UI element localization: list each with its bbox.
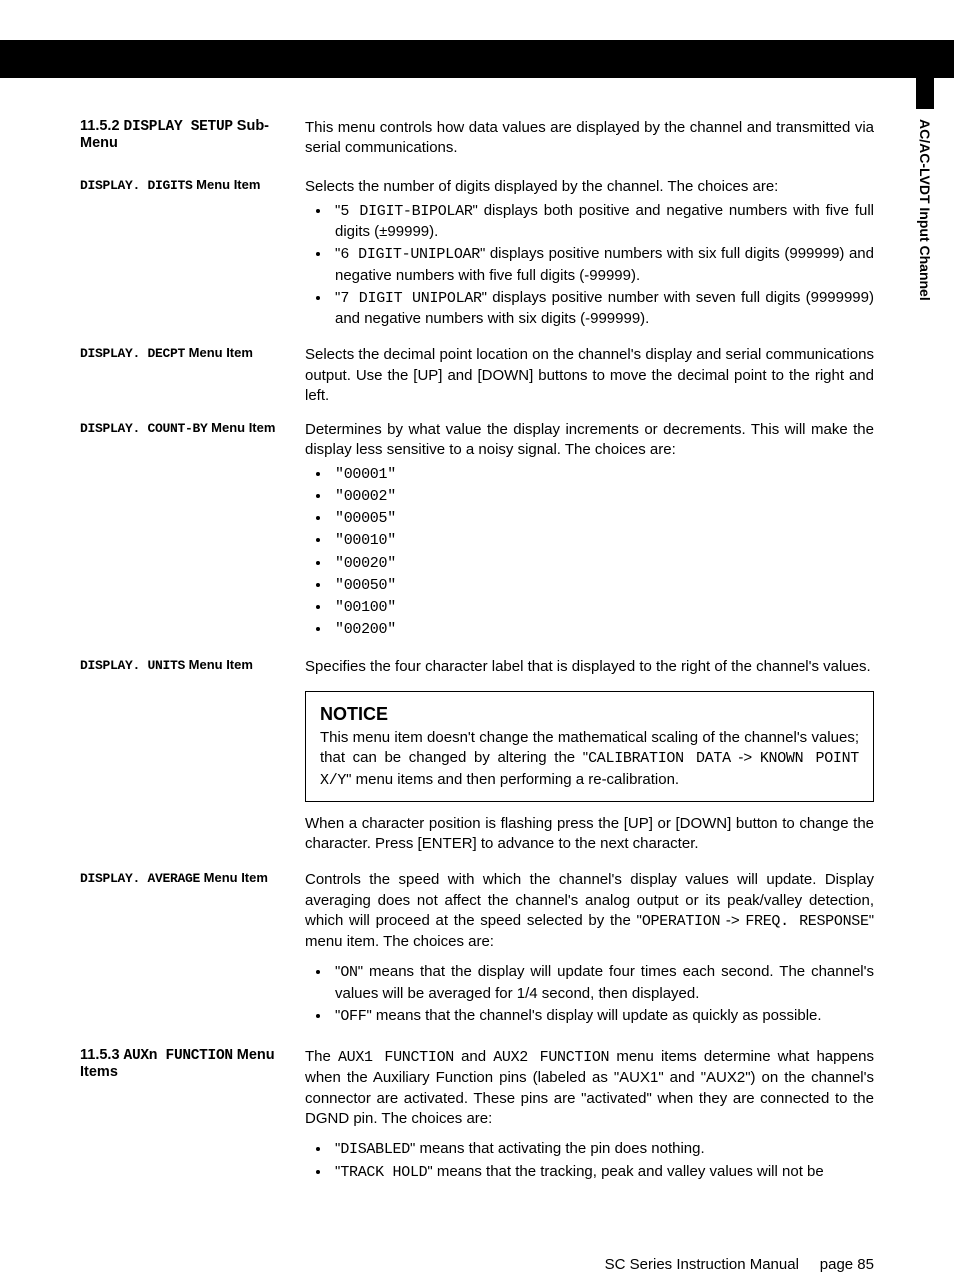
page-footer: SC Series Instruction Manual page 85	[0, 1256, 954, 1273]
body-display-units: Specifies the four character label that …	[305, 657, 874, 855]
countby-opt: "00002"	[331, 487, 874, 507]
countby-opt: "00200"	[331, 620, 874, 640]
countby-opt: "00010"	[331, 531, 874, 551]
label-display-digits: DISPLAY. DIGITS Menu Item	[80, 177, 305, 193]
notice-title: NOTICE	[320, 702, 859, 726]
countby-opt: "00100"	[331, 598, 874, 618]
body-display-digits: Selects the number of digits displayed b…	[305, 177, 874, 332]
section-heading-1152: 11.5.2 DISPLAY SETUP Sub-Menu	[80, 118, 305, 151]
body-auxn: The AUX1 FUNCTION and AUX2 FUNCTION menu…	[305, 1047, 874, 1186]
section-1152-intro: This menu controls how data values are d…	[305, 118, 874, 159]
countby-opt: "00020"	[331, 554, 874, 574]
footer-manual-title: SC Series Instruction Manual	[605, 1256, 799, 1273]
label-display-countby: DISPLAY. COUNT-BY Menu Item	[80, 420, 305, 436]
label-display-average: DISPLAY. AVERAGE Menu Item	[80, 870, 305, 886]
label-display-decpt: DISPLAY. DECPT Menu Item	[80, 345, 305, 361]
body-display-average: Controls the speed with which the channe…	[305, 870, 874, 1029]
footer-page-number: page 85	[820, 1256, 874, 1273]
section-heading-1153: 11.5.3 AUXn FUNCTION Menu Items	[80, 1047, 305, 1080]
page-body: 11 AC/AC-LVDT Input Channel 11.5.2 DISPL…	[0, 78, 954, 1226]
body-display-countby: Determines by what value the display inc…	[305, 420, 874, 643]
chapter-title: AC/AC-LVDT Input Channel	[917, 119, 933, 301]
notice-box: NOTICE This menu item doesn't change the…	[305, 691, 874, 802]
chapter-number: 11	[917, 48, 933, 63]
notice-body: This menu item doesn't change the mathem…	[320, 728, 859, 791]
label-display-units: DISPLAY. UNITS Menu Item	[80, 657, 305, 673]
chapter-marker-box	[916, 71, 934, 109]
countby-opt: "00001"	[331, 465, 874, 485]
header-black-bar	[0, 40, 954, 78]
body-display-decpt: Selects the decimal point location on th…	[305, 345, 874, 406]
countby-opt: "00005"	[331, 509, 874, 529]
side-margin: 11 AC/AC-LVDT Input Channel	[916, 48, 934, 300]
countby-opt: "00050"	[331, 576, 874, 596]
